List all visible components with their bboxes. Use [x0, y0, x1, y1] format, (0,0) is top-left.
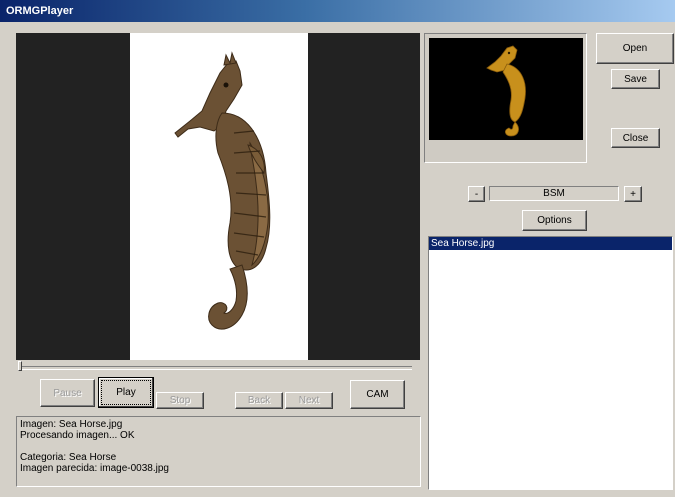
image-canvas [130, 33, 308, 360]
thumbnail-image [429, 38, 583, 140]
open-button[interactable]: Open [596, 33, 674, 64]
algorithm-field[interactable]: BSM [489, 186, 619, 201]
next-button[interactable]: Next [285, 392, 333, 409]
title-bar: ORMGPlayer [0, 0, 675, 22]
seek-slider-handle[interactable] [18, 361, 22, 371]
main-image-viewport [16, 33, 420, 360]
list-item[interactable]: Sea Horse.jpg [429, 237, 672, 250]
log-line: Imagen parecida: image-0038.jpg [20, 463, 169, 474]
file-list[interactable]: Sea Horse.jpg [428, 236, 673, 490]
seek-slider-track[interactable] [18, 366, 412, 370]
decrement-button[interactable]: - [468, 186, 485, 202]
app-window: Open Save Close - BSM + Options Sea Hors… [0, 22, 675, 497]
window-title: ORMGPlayer [6, 5, 74, 17]
status-log: Imagen: Sea Horse.jpg Procesando imagen.… [16, 416, 421, 487]
log-line: Categoria: Sea Horse [20, 452, 117, 463]
seahorse-thumbnail [486, 45, 526, 137]
pause-button[interactable]: Pause [40, 379, 95, 407]
stop-button[interactable]: Stop [156, 392, 204, 409]
log-line: Imagen: Sea Horse.jpg [20, 419, 123, 430]
options-button[interactable]: Options [522, 210, 587, 231]
log-line: Procesando imagen... OK [20, 430, 135, 441]
cam-button[interactable]: CAM [350, 380, 405, 409]
play-button[interactable]: Play [98, 377, 154, 408]
thumbnail-panel [424, 33, 587, 163]
close-button[interactable]: Close [611, 128, 660, 148]
back-button[interactable]: Back [235, 392, 283, 409]
seahorse-image [174, 51, 271, 330]
increment-button[interactable]: + [624, 186, 642, 202]
save-button[interactable]: Save [611, 69, 660, 89]
